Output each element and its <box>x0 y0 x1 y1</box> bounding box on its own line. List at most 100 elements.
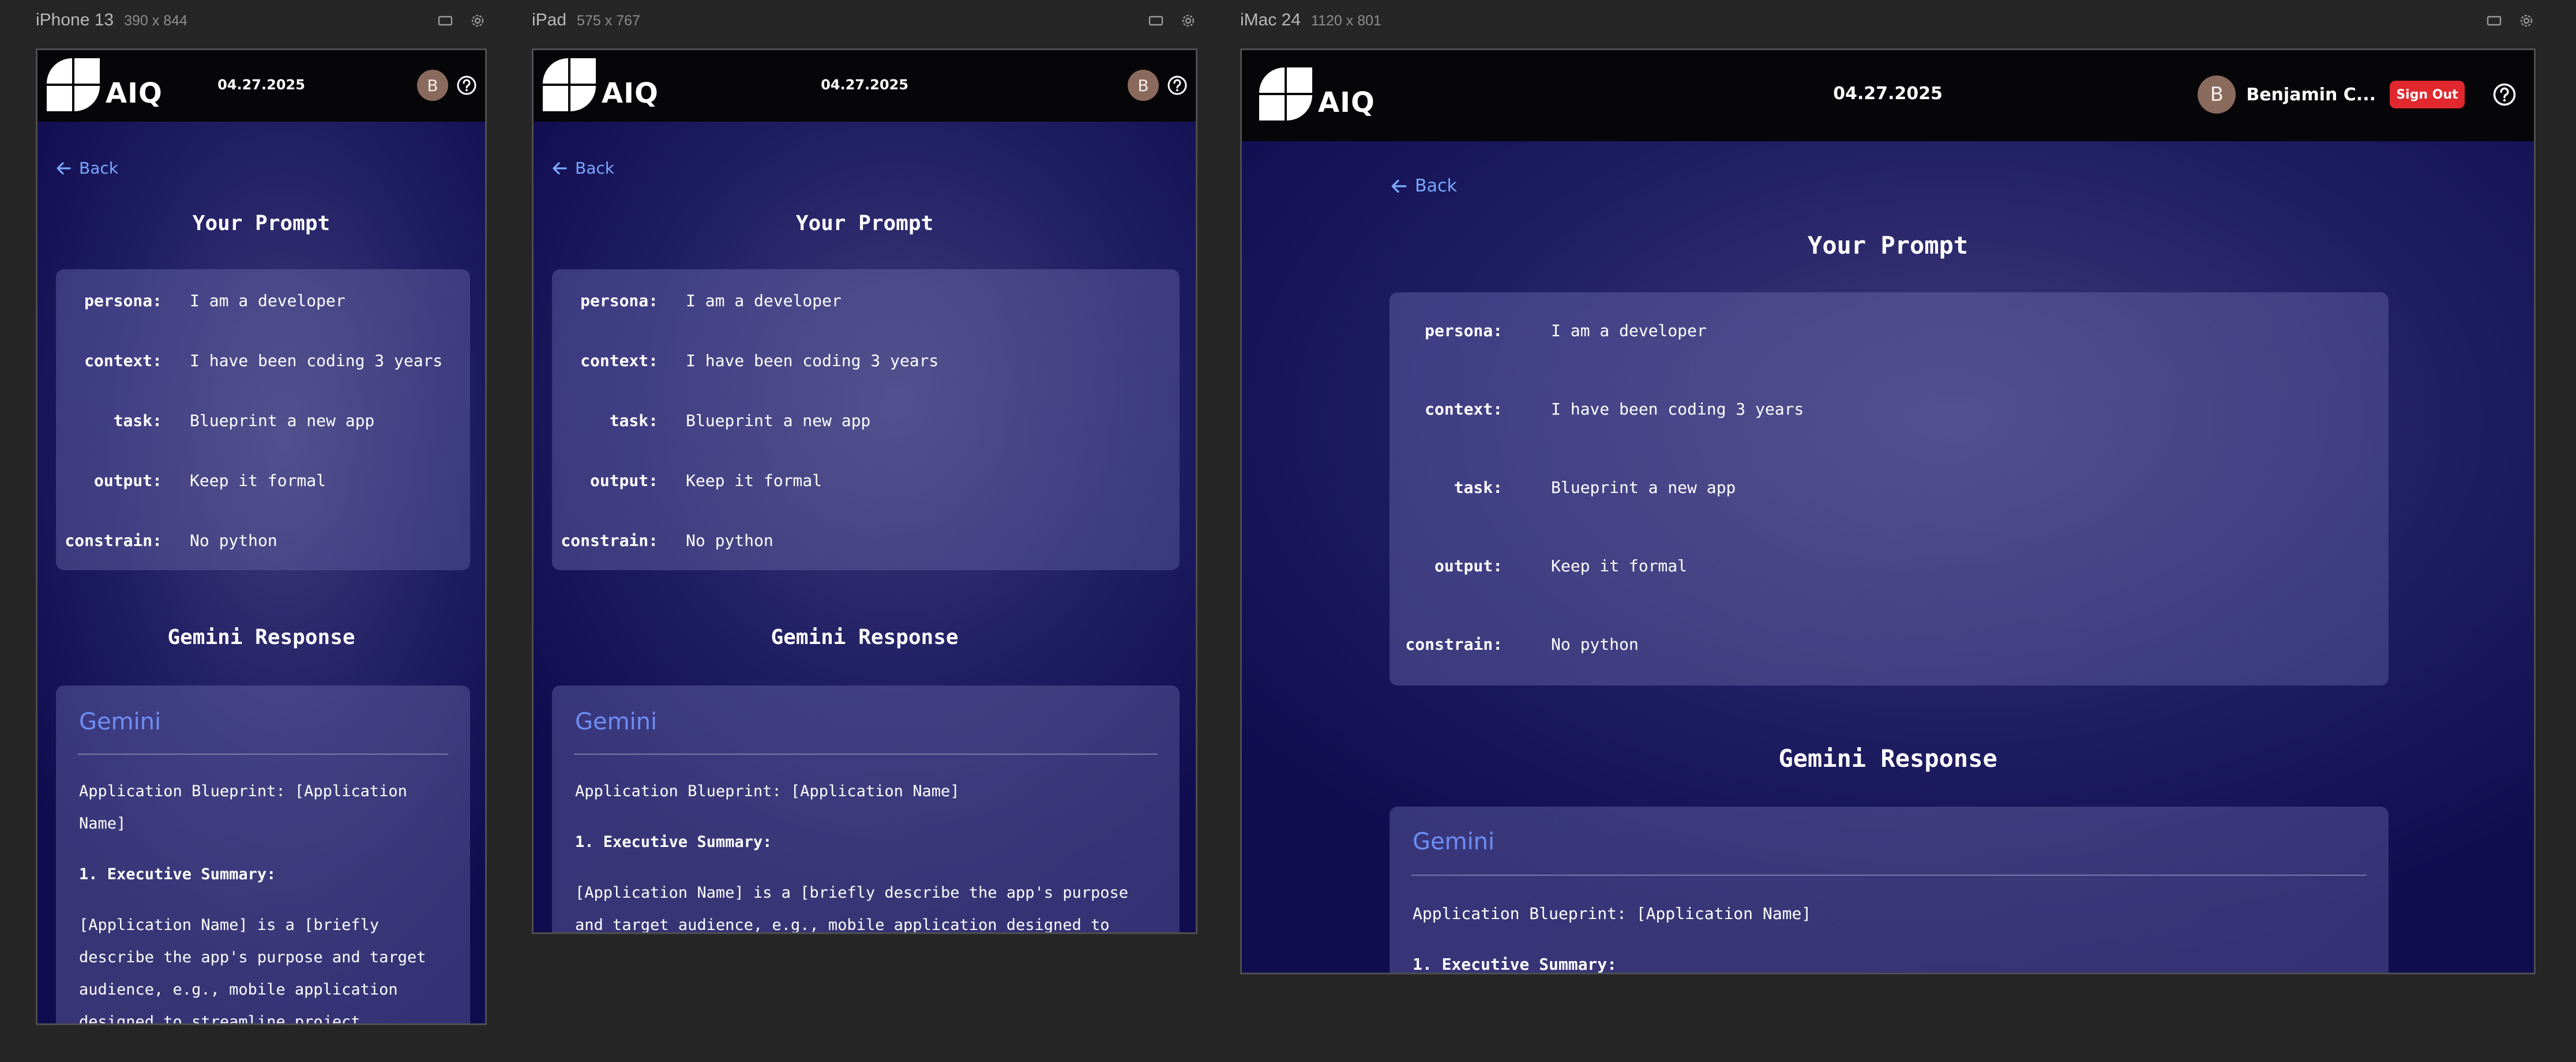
prompt-value: Blueprint a new app <box>190 411 375 430</box>
back-link[interactable]: Back <box>551 159 614 178</box>
prompt-value: I am a developer <box>190 291 346 310</box>
prompt-value: Blueprint a new app <box>686 411 871 430</box>
gear-icon[interactable] <box>468 12 487 30</box>
prompt-value: Blueprint a new app <box>1551 477 1736 497</box>
logo[interactable]: AIQ <box>47 58 163 111</box>
response-summary: [Application Name] is a [briefly describ… <box>79 916 426 1025</box>
divider <box>1411 875 2367 876</box>
prompt-row-context: context: I have been coding 3 years <box>552 343 1180 378</box>
gemini-logo: Gemini <box>1413 828 1495 855</box>
prompt-value: Keep it formal <box>686 470 823 490</box>
device-label: iMac 24 1120 x 801 <box>1240 10 1381 33</box>
device-name: iPad <box>532 10 567 29</box>
prompt-key: output: <box>93 470 162 490</box>
avatar[interactable]: B <box>1128 70 1159 101</box>
prompt-row-persona: persona: I am a developer <box>1390 313 2389 348</box>
response-card: Gemini Application Blueprint: [Applicati… <box>56 686 470 1025</box>
help-icon[interactable] <box>1167 75 1188 96</box>
device-tools <box>436 12 487 30</box>
logo-mark-icon <box>1259 67 1312 120</box>
help-icon[interactable] <box>456 75 477 96</box>
prompt-title: Your Prompt <box>1807 231 1969 259</box>
prompt-value: No python <box>686 530 773 550</box>
header-date: 04.27.2025 <box>1833 84 1943 104</box>
header-right: B <box>417 70 477 101</box>
prompt-value: I have been coding 3 years <box>190 351 443 370</box>
prompt-row-context: context: I have been coding 3 years <box>56 343 470 378</box>
response-heading: Application Blueprint: [Application Name… <box>79 782 407 833</box>
device-size: 575 x 767 <box>577 13 640 29</box>
prompt-row-output: output: Keep it formal <box>1390 548 2389 583</box>
response-title: Gemini Response <box>1778 744 1997 773</box>
logo[interactable]: AIQ <box>543 58 659 111</box>
prompt-card: persona: I am a developer context: I have … <box>1390 292 2389 686</box>
response-card: Gemini Application Blueprint: [Applicati… <box>1390 807 2389 973</box>
prompt-value: I am a developer <box>1551 321 1707 340</box>
arrow-left-icon <box>1390 177 1408 195</box>
prompt-key: task: <box>609 411 658 430</box>
response-text: Application Blueprint: [Application Name… <box>1413 898 2365 973</box>
prompt-row-output: output: Keep it formal <box>552 463 1180 498</box>
gear-icon[interactable] <box>1179 12 1197 30</box>
device-label: iPhone 13 390 x 844 <box>36 10 187 33</box>
header-right: B <box>1128 70 1188 101</box>
device-viewport: AIQ 04.27.2025 B Back Your Prompt person… <box>36 48 487 1025</box>
prompt-card: persona: I am a developer context: I have … <box>552 269 1180 570</box>
prompt-key: context: <box>84 351 162 370</box>
prompt-value: I have been coding 3 years <box>686 351 939 370</box>
prompt-value: No python <box>1551 634 1639 654</box>
divider <box>78 754 448 755</box>
prompt-key: output: <box>1434 556 1503 575</box>
avatar[interactable]: B <box>417 70 448 101</box>
back-label: Back <box>1415 176 1457 196</box>
sign-out-button[interactable]: Sign Out <box>2390 81 2465 108</box>
logo[interactable]: AIQ <box>1259 67 1375 120</box>
prompt-key: persona: <box>84 291 162 310</box>
logo-mark-icon <box>543 58 596 111</box>
response-title: Gemini Response <box>167 626 355 649</box>
device-size: 390 x 844 <box>124 13 187 29</box>
prompt-row-constrain: constrain: No python <box>552 523 1180 558</box>
back-link[interactable]: Back <box>55 159 118 178</box>
prompt-value: I have been coding 3 years <box>1551 399 1804 419</box>
prompt-card: persona: I am a developer context: I have … <box>56 269 470 570</box>
rotate-icon[interactable] <box>2485 12 2503 30</box>
prompt-key: persona: <box>580 291 658 310</box>
header-date: 04.27.2025 <box>821 77 908 93</box>
app-header: AIQ 04.27.2025 B Benjamin C... Sign Out <box>1242 50 2534 141</box>
device-ipad: iPad 575 x 767 AIQ 04.27.2025 B Back You… <box>532 10 1197 934</box>
user-name: Benjamin C... <box>2246 84 2376 105</box>
rotate-icon[interactable] <box>436 12 455 30</box>
gear-icon[interactable] <box>2517 12 2536 30</box>
device-label: iPad 575 x 767 <box>532 10 640 33</box>
device-name: iPhone 13 <box>36 10 114 29</box>
logo-text: AIQ <box>1318 86 1375 119</box>
prompt-value: I am a developer <box>686 291 842 310</box>
device-tools <box>1147 12 1197 30</box>
avatar[interactable]: B <box>2198 76 2236 114</box>
device-name: iMac 24 <box>1240 10 1301 29</box>
back-label: Back <box>575 159 614 178</box>
app-header: AIQ 04.27.2025 B <box>534 50 1196 122</box>
response-summary: [Application Name] is a [briefly describ… <box>575 884 1129 934</box>
response-heading: Application Blueprint: [Application Name… <box>1413 904 1812 923</box>
app-header: AIQ 04.27.2025 B <box>37 50 485 122</box>
prompt-key: constrain: <box>1405 634 1503 654</box>
prompt-key: context: <box>580 351 658 370</box>
device-iphone: iPhone 13 390 x 844 AIQ 04.27.2025 B Bac… <box>36 10 487 1025</box>
device-viewport: AIQ 04.27.2025 B Back Your Prompt person… <box>532 48 1197 934</box>
header-right: B Benjamin C... Sign Out <box>2198 76 2517 114</box>
prompt-key: output: <box>589 470 658 490</box>
device-tools <box>2485 12 2536 30</box>
help-icon[interactable] <box>2492 82 2517 107</box>
prompt-key: task: <box>1454 477 1503 497</box>
back-link[interactable]: Back <box>1390 176 1457 196</box>
prompt-row-task: task: Blueprint a new app <box>552 403 1180 438</box>
response-text: Application Blueprint: [Application Name… <box>79 775 447 1025</box>
rotate-icon[interactable] <box>1147 12 1165 30</box>
arrow-left-icon <box>551 160 568 177</box>
gemini-logo: Gemini <box>575 709 658 735</box>
prompt-row-constrain: constrain: No python <box>56 523 470 558</box>
prompt-row-output: output: Keep it formal <box>56 463 470 498</box>
prompt-row-task: task: Blueprint a new app <box>1390 470 2389 504</box>
